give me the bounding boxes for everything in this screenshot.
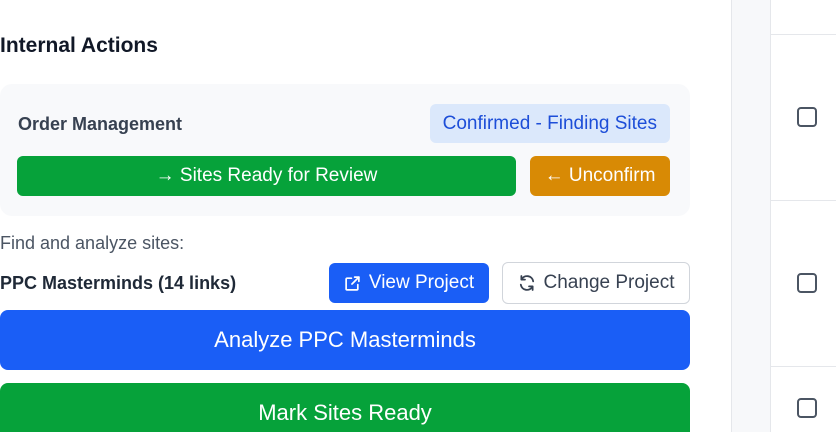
external-link-icon: [344, 275, 361, 292]
row-checkbox[interactable]: [797, 398, 817, 418]
status-badge: Confirmed - Finding Sites: [429, 104, 670, 143]
find-sites-label: Find and analyze sites:: [0, 233, 185, 253]
row-divider: [771, 34, 836, 35]
unconfirm-button[interactable]: ← Unconfirm: [530, 156, 670, 196]
row-checkbox[interactable]: [797, 107, 817, 127]
site-list-panel: [770, 0, 836, 432]
analyze-project-button[interactable]: Analyze PPC Masterminds: [0, 310, 690, 370]
row-divider: [771, 200, 836, 201]
sites-ready-for-review-button[interactable]: → Sites Ready for Review: [17, 156, 516, 196]
section-title: Internal Actions: [0, 34, 158, 57]
row-divider: [771, 366, 836, 367]
view-project-button[interactable]: View Project: [329, 263, 489, 303]
mark-sites-ready-button[interactable]: Mark Sites Ready: [0, 383, 690, 432]
right-panel: [731, 0, 836, 432]
project-name: PPC Masterminds (14 links): [0, 273, 237, 293]
change-project-label: Change Project: [543, 272, 675, 293]
refresh-icon: [518, 274, 536, 292]
order-management-title: Order Management: [18, 114, 183, 134]
order-management-card: Order Management Confirmed - Finding Sit…: [0, 84, 690, 216]
change-project-button[interactable]: Change Project: [502, 262, 690, 304]
view-project-label: View Project: [368, 272, 475, 293]
main-panel: Internal Actions Order Management Confir…: [0, 0, 730, 432]
row-checkbox[interactable]: [797, 273, 817, 293]
